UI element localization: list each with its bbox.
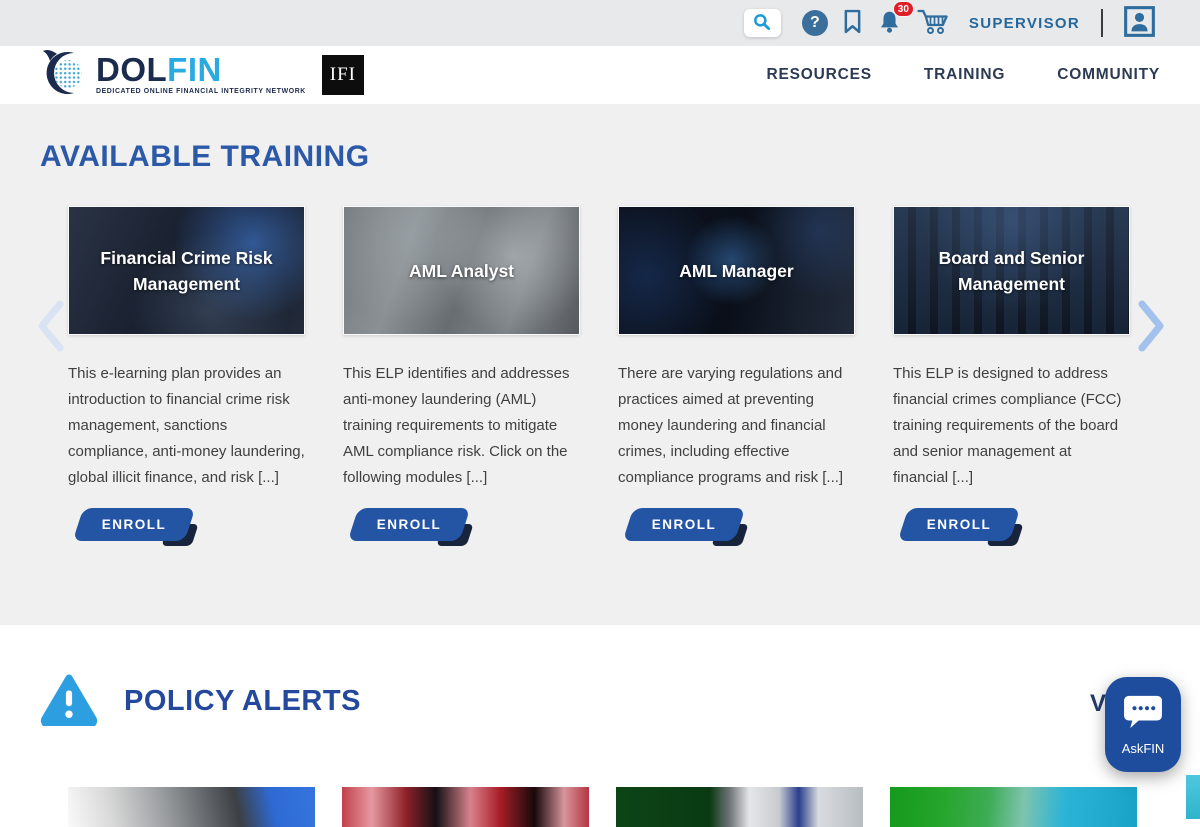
enroll-button-label: ENROLL (377, 517, 442, 532)
policy-alert-card[interactable] (890, 787, 1137, 827)
training-card-image-title: Financial Crime Risk Management (69, 245, 304, 297)
brand-tagline: DEDICATED ONLINE FINANCIAL INTEGRITY NET… (96, 88, 306, 95)
warning-triangle-icon (40, 672, 98, 731)
training-card-description: There are varying regulations and practi… (618, 361, 855, 491)
utility-divider (1101, 9, 1103, 37)
training-card-financial-crime-risk: Financial Crime Risk Management This e-l… (68, 206, 305, 541)
search-button[interactable] (744, 9, 781, 37)
person-badge-icon (1124, 6, 1155, 40)
chat-bubble-icon (1122, 694, 1164, 733)
training-card-image-title: Board and Senior Management (894, 245, 1129, 297)
policy-alert-card[interactable] (68, 787, 315, 827)
dolfin-logo[interactable]: DOLFIN DEDICATED ONLINE FINANCIAL INTEGR… (40, 49, 306, 102)
training-card-image[interactable]: AML Manager (618, 206, 855, 335)
askfin-chat-button[interactable]: AskFIN (1105, 677, 1181, 772)
bookmark-button[interactable] (843, 9, 862, 37)
policy-alert-card[interactable] (342, 787, 589, 827)
help-icon (802, 10, 828, 36)
enroll-button-label: ENROLL (102, 517, 167, 532)
dolphin-globe-icon (40, 49, 90, 102)
help-button[interactable] (802, 10, 828, 36)
chevron-left-icon (36, 340, 66, 355)
training-card-image[interactable]: Board and Senior Management (893, 206, 1130, 335)
ifi-badge: IFI (322, 55, 364, 95)
policy-alert-card-partial[interactable] (1186, 775, 1200, 819)
training-card-description: This ELP is designed to address financia… (893, 361, 1130, 491)
carousel-next-button[interactable] (1136, 300, 1166, 355)
brand-primary: DOL (96, 55, 167, 85)
training-card-aml-manager: AML Manager There are varying regulation… (618, 206, 855, 541)
shopping-cart-icon (917, 8, 950, 38)
enroll-button[interactable]: ENROLL (903, 508, 1015, 541)
contact-button[interactable] (1124, 6, 1155, 40)
training-card-aml-analyst: AML Analyst This ELP identifies and addr… (343, 206, 580, 541)
supervisor-role-button[interactable]: SUPERVISOR (969, 15, 1080, 32)
nav-links: RESOURCES TRAINING COMMUNITY (767, 66, 1160, 84)
policy-alerts-header: POLICY ALERTS (40, 672, 361, 731)
nav-item-resources[interactable]: RESOURCES (767, 66, 872, 84)
logo-text: DOLFIN DEDICATED ONLINE FINANCIAL INTEGR… (96, 55, 306, 95)
enroll-button-label: ENROLL (927, 517, 992, 532)
notifications-button[interactable]: 30 (877, 9, 902, 37)
nav-item-community[interactable]: COMMUNITY (1057, 66, 1160, 84)
utility-bar: 30 SUPERVISOR (0, 0, 1200, 46)
chevron-right-icon (1136, 340, 1166, 355)
main-navbar: DOLFIN DEDICATED ONLINE FINANCIAL INTEGR… (0, 46, 1200, 104)
nav-item-training[interactable]: TRAINING (924, 66, 1005, 84)
training-card-description: This ELP identifies and addresses anti-m… (343, 361, 580, 491)
search-icon (752, 12, 772, 35)
notification-badge: 30 (893, 1, 914, 17)
available-training-section: AVAILABLE TRAINING Financial Crime Risk … (0, 104, 1200, 625)
cart-button[interactable] (917, 8, 950, 38)
training-card-image-title: AML Analyst (391, 258, 532, 284)
training-card-image[interactable]: AML Analyst (343, 206, 580, 335)
chat-widget-label: AskFIN (1122, 741, 1165, 756)
training-cards-row: Financial Crime Risk Management This e-l… (68, 206, 1130, 541)
enroll-button[interactable]: ENROLL (628, 508, 740, 541)
training-card-description: This e-learning plan provides an introdu… (68, 361, 305, 491)
section-title-policy-alerts: POLICY ALERTS (124, 685, 361, 718)
policy-alert-card[interactable] (616, 787, 863, 827)
training-card-image[interactable]: Financial Crime Risk Management (68, 206, 305, 335)
section-title-available-training: AVAILABLE TRAINING (40, 140, 370, 174)
carousel-prev-button[interactable] (36, 300, 66, 355)
training-card-board-senior-management: Board and Senior Management This ELP is … (893, 206, 1130, 541)
policy-alerts-section: POLICY ALERTS VIEW ALL (0, 625, 1200, 794)
training-card-image-title: AML Manager (661, 258, 811, 284)
enroll-button[interactable]: ENROLL (353, 508, 465, 541)
brand-secondary: FIN (167, 55, 222, 85)
bookmark-icon (843, 9, 862, 37)
enroll-button-label: ENROLL (652, 517, 717, 532)
policy-alert-thumbnails (68, 787, 1137, 827)
enroll-button[interactable]: ENROLL (78, 508, 190, 541)
